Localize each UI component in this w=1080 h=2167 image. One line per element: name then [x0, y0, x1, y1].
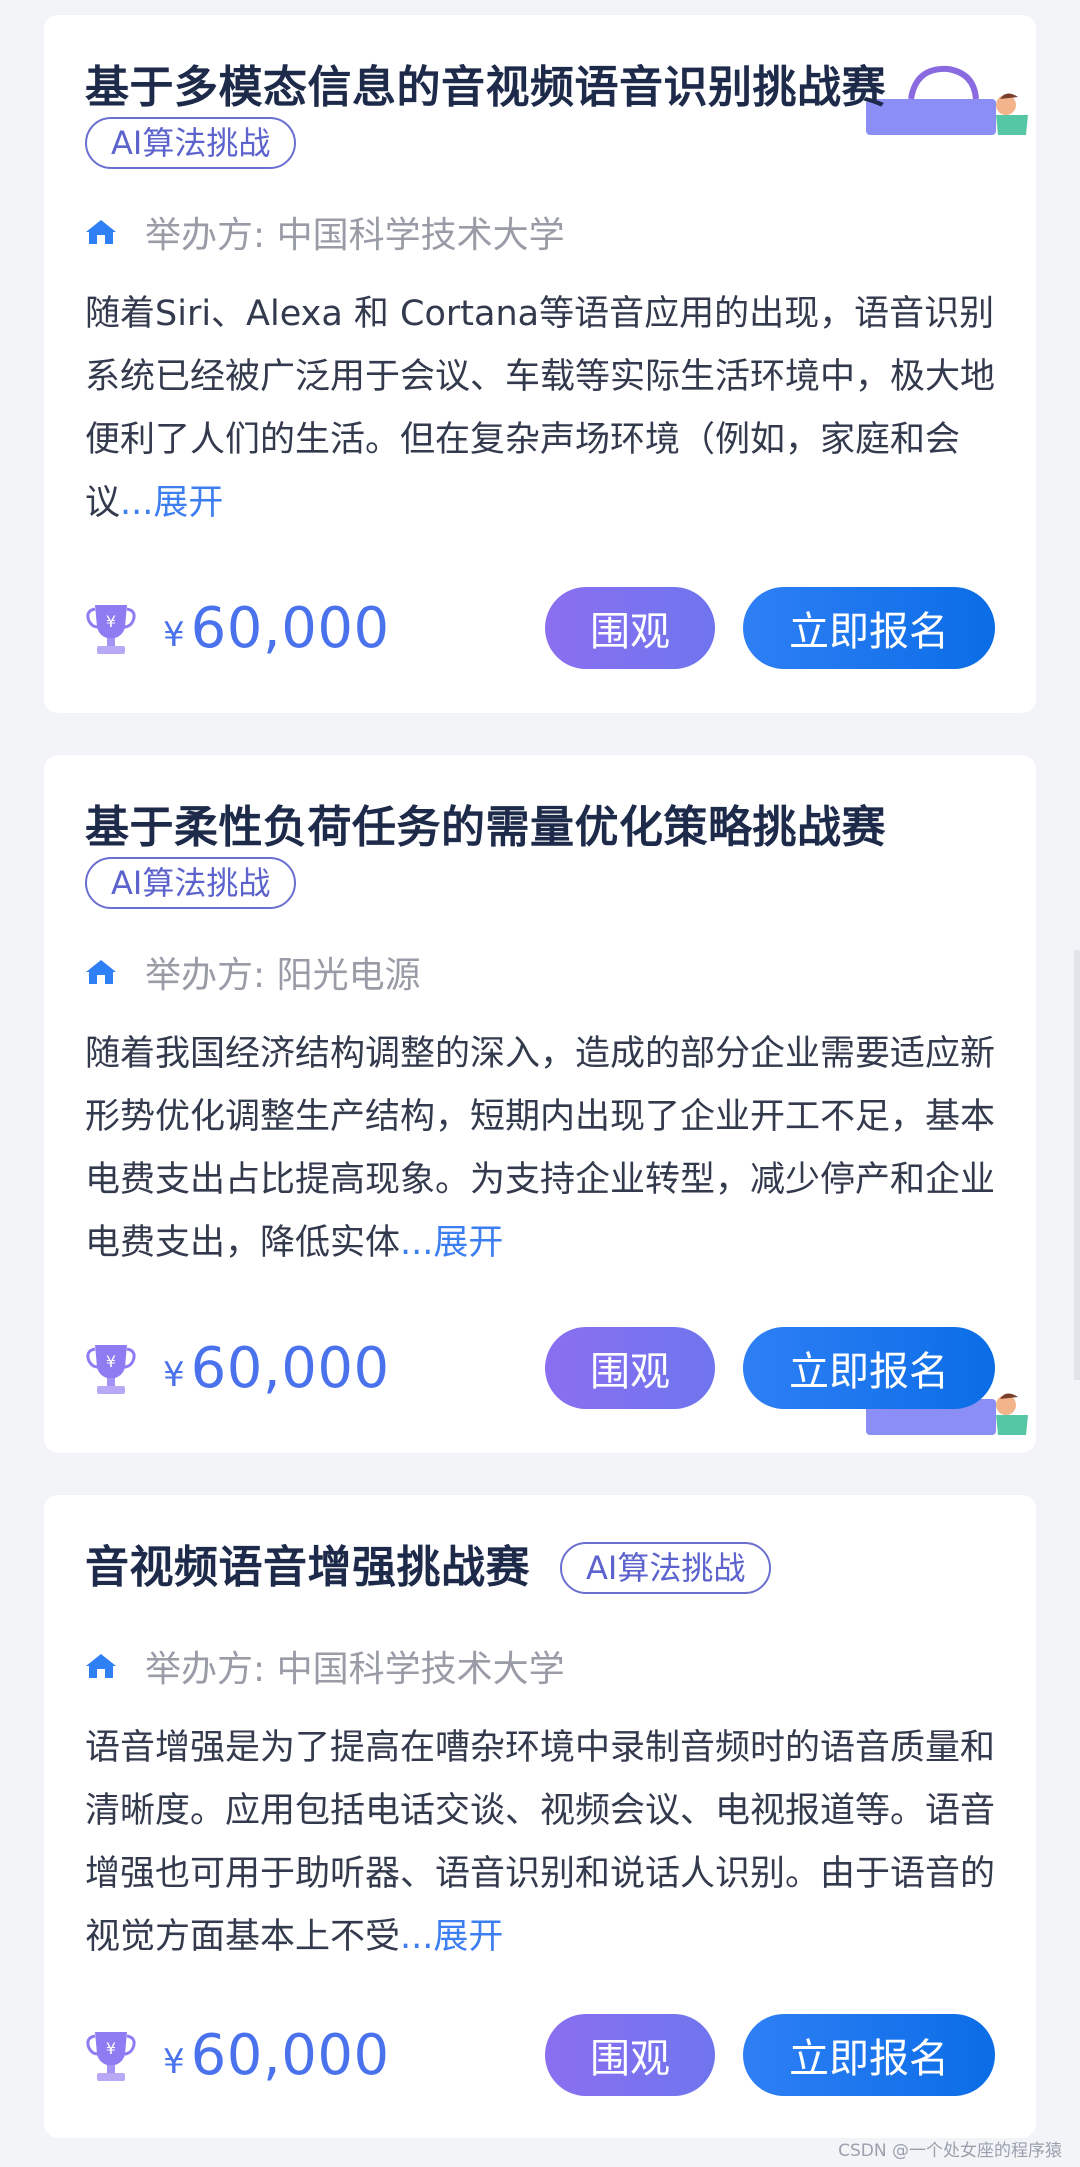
description-text: 随着我国经济结构调整的深入，造成的部分企业需要适应新形势优化调整生产结构，短期内… — [85, 1034, 996, 1263]
card-footer: ¥ ¥ 60,000 围观 立即报名 — [85, 586, 995, 670]
category-tag: AI算法挑战 — [85, 117, 297, 169]
signup-button[interactable]: 立即报名 — [743, 587, 995, 669]
signup-button[interactable]: 立即报名 — [743, 1327, 995, 1409]
prize: ¥ ¥ 60,000 — [85, 2023, 545, 2088]
organizer-text: 举办方: 阳光电源 — [145, 955, 421, 996]
svg-text:¥: ¥ — [106, 1352, 116, 1371]
home-icon — [86, 1654, 116, 1678]
currency-symbol: ¥ — [163, 1355, 185, 1395]
home-icon — [86, 220, 116, 244]
expand-link[interactable]: ...展开 — [400, 1223, 503, 1263]
organizer-row: 举办方: 中国科学技术大学 — [85, 1641, 995, 1691]
watch-button[interactable]: 围观 — [545, 1327, 715, 1409]
card-footer: ¥ ¥ 60,000 围观 立即报名 — [85, 1326, 995, 1410]
prize-amount: 60,000 — [190, 2022, 390, 2088]
svg-text:¥: ¥ — [106, 2039, 116, 2058]
description: 随着Siri、Alexa 和 Cortana等语音应用的出现，语音识别系统已经被… — [85, 283, 995, 535]
description: 语音增强是为了提高在嘈杂环境中录制音频时的语音质量和清晰度。应用包括电话交谈、视… — [85, 1717, 995, 1969]
expand-link[interactable]: ...展开 — [400, 1917, 503, 1957]
competition-card-2[interactable]: 基于柔性负荷任务的需量优化策略挑战赛 AI算法挑战 举办方: 阳光电源 随着我国… — [44, 755, 1036, 1453]
description-text: 语音增强是为了提高在嘈杂环境中录制音频时的语音质量和清晰度。应用包括电话交谈、视… — [85, 1728, 996, 1957]
currency-symbol: ¥ — [163, 2042, 185, 2082]
watermark: CSDN @一个处女座的程序猿 — [838, 2141, 1062, 2161]
scroll-edge — [1074, 950, 1080, 1380]
prize: ¥ ¥ 60,000 — [85, 1336, 545, 1401]
currency-symbol: ¥ — [163, 615, 185, 655]
prize-amount: 60,000 — [190, 1335, 390, 1401]
watch-button[interactable]: 围观 — [545, 587, 715, 669]
home-icon — [86, 960, 116, 984]
description: 随着我国经济结构调整的深入，造成的部分企业需要适应新形势优化调整生产结构，短期内… — [85, 1023, 995, 1275]
competition-card-3[interactable]: 音视频语音增强挑战赛 AI算法挑战 举办方: 中国科学技术大学 语音增强是为了提… — [44, 1495, 1036, 2138]
trophy-icon: ¥ — [86, 605, 136, 654]
watch-button[interactable]: 围观 — [545, 2014, 715, 2096]
card-title[interactable]: 基于柔性负荷任务的需量优化策略挑战赛 — [85, 797, 995, 859]
organizer-row: 举办方: 中国科学技术大学 — [85, 207, 995, 257]
organizer-text: 举办方: 中国科学技术大学 — [145, 1649, 565, 1690]
prize: ¥ ¥ 60,000 — [85, 596, 545, 661]
signup-button[interactable]: 立即报名 — [743, 2014, 995, 2096]
card-title[interactable]: 基于多模态信息的音视频语音识别挑战赛 — [85, 57, 995, 119]
expand-link[interactable]: ...展开 — [120, 483, 223, 523]
svg-text:¥: ¥ — [106, 612, 116, 631]
competition-card-1[interactable]: 基于多模态信息的音视频语音识别挑战赛 AI算法挑战 举办方: 中国科学技术大学 … — [44, 15, 1036, 713]
card-title[interactable]: 音视频语音增强挑战赛 — [85, 1537, 530, 1599]
category-tag: AI算法挑战 — [85, 857, 297, 909]
prize-amount: 60,000 — [190, 595, 390, 661]
organizer-row: 举办方: 阳光电源 — [85, 947, 995, 997]
trophy-icon: ¥ — [86, 1345, 136, 1394]
category-tag: AI算法挑战 — [560, 1542, 772, 1594]
organizer-text: 举办方: 中国科学技术大学 — [145, 215, 565, 256]
trophy-icon: ¥ — [86, 2032, 136, 2081]
card-footer: ¥ ¥ 60,000 围观 立即报名 — [85, 2013, 995, 2097]
